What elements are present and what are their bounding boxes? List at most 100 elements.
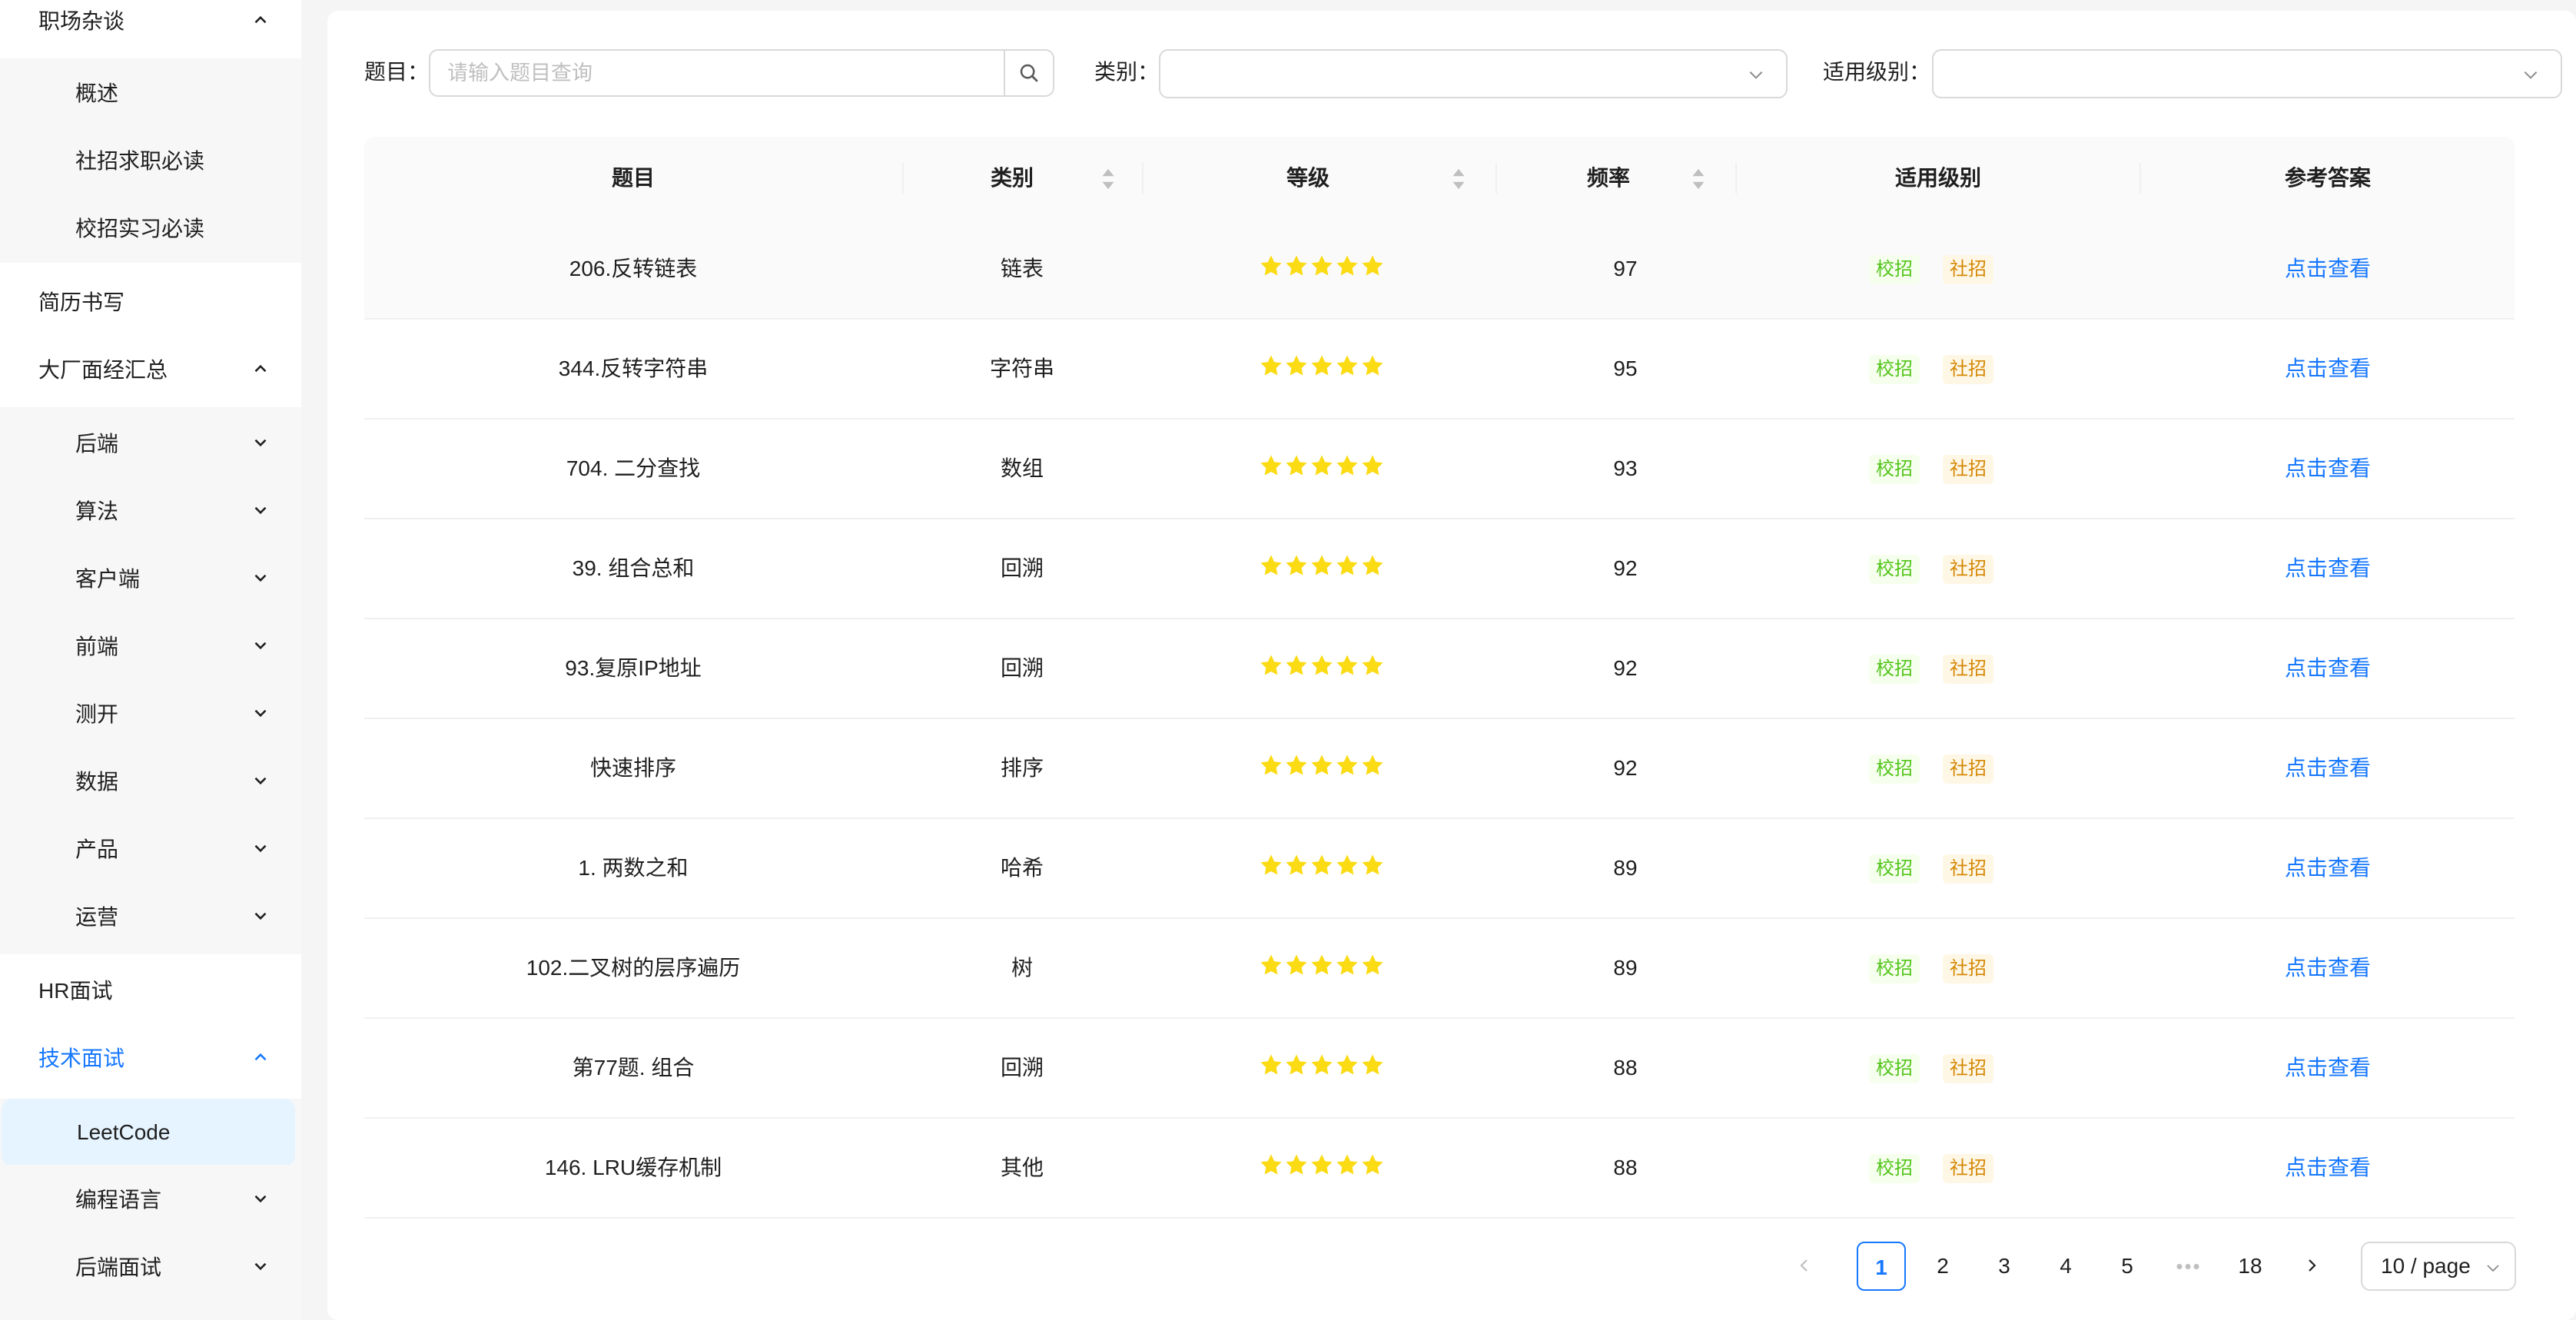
page-last-button[interactable]: 18 — [2226, 1242, 2275, 1291]
next-page-button[interactable] — [2287, 1242, 2336, 1291]
question-title: 206.反转链表 — [569, 257, 698, 280]
sort-icon[interactable] — [1691, 167, 1706, 191]
star-icon — [1311, 455, 1333, 476]
menu-item-backend-interview[interactable]: 后端面试 — [0, 1232, 301, 1300]
menu-item-frontend[interactable]: 前端 — [0, 612, 301, 679]
table-row: 206.反转链表 链表 97 校招 社招 点击查看 — [364, 220, 2515, 320]
difficulty-rating — [1259, 353, 1385, 380]
level-select[interactable] — [1932, 49, 2562, 98]
table-row: 102.二叉树的层序遍历 树 89 校招 社招 点击查看 — [364, 919, 2515, 1019]
page-size-select[interactable]: 10 / page — [2361, 1242, 2516, 1291]
view-answer-link[interactable]: 点击查看 — [2285, 656, 2371, 680]
star-icon — [1260, 1154, 1282, 1175]
menu-group-resume[interactable]: 简历书写 — [0, 267, 301, 335]
menu-group-hr-interview[interactable]: HR面试 — [0, 956, 301, 1023]
menu-item-backend[interactable]: 后端 — [0, 409, 301, 476]
chevron-down-icon — [254, 844, 267, 853]
table-row: 344.反转字符串 字符串 95 校招 社招 点击查看 — [364, 320, 2515, 420]
view-answer-link[interactable]: 点击查看 — [2285, 1156, 2371, 1179]
page-5-button[interactable]: 5 — [2103, 1242, 2152, 1291]
view-answer-link[interactable]: 点击查看 — [2285, 257, 2371, 280]
question-frequency: 97 — [1613, 257, 1638, 280]
menu-item-client[interactable]: 客户端 — [0, 544, 301, 612]
level-tag-campus: 校招 — [1869, 755, 1920, 784]
level-tag-campus: 校招 — [1869, 1154, 1920, 1183]
difficulty-rating — [1259, 254, 1385, 280]
star-icon — [1311, 555, 1333, 575]
view-answer-link[interactable]: 点击查看 — [2285, 357, 2371, 380]
question-category: 其他 — [1000, 1156, 1044, 1179]
sort-icon[interactable] — [1100, 167, 1116, 191]
difficulty-rating — [1259, 553, 1385, 579]
category-select[interactable] — [1159, 49, 1788, 98]
column-header-category[interactable]: 类别 — [904, 137, 1120, 220]
level-tag-campus: 校招 — [1869, 355, 1920, 384]
title-search-input[interactable] — [430, 51, 1004, 95]
view-answer-link[interactable]: 点击查看 — [2285, 456, 2371, 480]
star-icon — [1362, 255, 1383, 276]
menu-item-operations[interactable]: 运营 — [0, 882, 301, 950]
question-category: 回溯 — [1000, 656, 1044, 680]
chevron-down-icon — [254, 1195, 267, 1203]
chevron-down-icon — [254, 777, 267, 785]
question-frequency: 88 — [1613, 1156, 1638, 1179]
menu-item-test-dev[interactable]: 测开 — [0, 679, 301, 747]
view-answer-link[interactable]: 点击查看 — [2285, 556, 2371, 580]
view-answer-link[interactable]: 点击查看 — [2285, 756, 2371, 780]
chevron-left-icon — [1800, 1259, 1808, 1272]
table-header: 题目 类别 等级 频率 适用级别 参考答案 — [364, 137, 2515, 221]
star-icon — [1286, 1154, 1307, 1175]
page-2-button[interactable]: 2 — [1918, 1242, 1967, 1291]
star-icon — [1311, 954, 1333, 975]
difficulty-rating — [1259, 953, 1385, 979]
page-4-button[interactable]: 4 — [2041, 1242, 2090, 1291]
chevron-up-icon — [254, 364, 267, 373]
menu-item-overview[interactable]: 概述 — [0, 58, 301, 126]
menu-item-programming-language[interactable]: 编程语言 — [0, 1165, 301, 1232]
menu-item-leetcode[interactable]: LeetCode — [2, 1099, 295, 1166]
chevron-down-icon — [254, 1262, 267, 1271]
star-icon — [1336, 455, 1358, 476]
view-answer-link[interactable]: 点击查看 — [2285, 1056, 2371, 1080]
menu-group-interview-summary[interactable]: 大厂面经汇总 — [0, 335, 301, 403]
star-icon — [1286, 854, 1307, 875]
level-tag-social: 社招 — [1943, 455, 1993, 484]
page-3-button[interactable]: 3 — [1980, 1242, 2029, 1291]
column-header-applicable-level: 适用级别 — [1894, 166, 1981, 190]
menu-group-workplace[interactable]: 职场杂谈 — [0, 0, 301, 54]
column-header-frequency[interactable]: 频率 — [1497, 137, 1720, 220]
menu-item-data[interactable]: 数据 — [0, 747, 301, 814]
question-category: 链表 — [1000, 257, 1044, 280]
column-header-level[interactable]: 等级 — [1144, 137, 1472, 220]
category-filter-label: 类别： — [1094, 60, 1160, 84]
menu-item-social-recruit[interactable]: 社招求职必读 — [0, 126, 301, 194]
star-icon — [1286, 355, 1307, 376]
question-title: 344.反转字符串 — [558, 357, 709, 380]
star-icon — [1336, 655, 1358, 675]
menu-group-tech-interview[interactable]: 技术面试 — [0, 1023, 301, 1091]
search-button[interactable] — [1004, 51, 1053, 95]
page-1-button[interactable]: 1 — [1857, 1242, 1906, 1291]
sidebar-menu: 职场杂谈 概述 社招求职必读 校招实习必读 简历书写 大厂面经汇总 后端 算法 … — [0, 0, 301, 1320]
star-icon — [1362, 954, 1383, 975]
table-row: 39. 组合总和 回溯 92 校招 社招 点击查看 — [364, 519, 2515, 619]
star-icon — [1336, 854, 1358, 875]
level-tag-social: 社招 — [1943, 954, 1993, 983]
sort-icon[interactable] — [1451, 167, 1466, 191]
difficulty-rating — [1259, 453, 1385, 479]
menu-item-campus-recruit[interactable]: 校招实习必读 — [0, 194, 301, 261]
chevron-down-icon — [2524, 71, 2538, 79]
prev-page-button[interactable] — [1780, 1242, 1829, 1291]
difficulty-rating — [1259, 1153, 1385, 1179]
view-answer-link[interactable]: 点击查看 — [2285, 956, 2371, 980]
menu-item-algorithm[interactable]: 算法 — [0, 476, 301, 544]
view-answer-link[interactable]: 点击查看 — [2285, 856, 2371, 880]
page-ellipsis[interactable]: ••• — [2164, 1242, 2213, 1291]
star-icon — [1336, 555, 1358, 575]
star-icon — [1336, 1054, 1358, 1075]
menu-item-product[interactable]: 产品 — [0, 814, 301, 882]
difficulty-rating — [1259, 853, 1385, 879]
table-row: 第77题. 组合 回溯 88 校招 社招 点击查看 — [364, 1019, 2515, 1119]
level-tag-social: 社招 — [1943, 355, 1993, 384]
star-icon — [1260, 755, 1282, 775]
